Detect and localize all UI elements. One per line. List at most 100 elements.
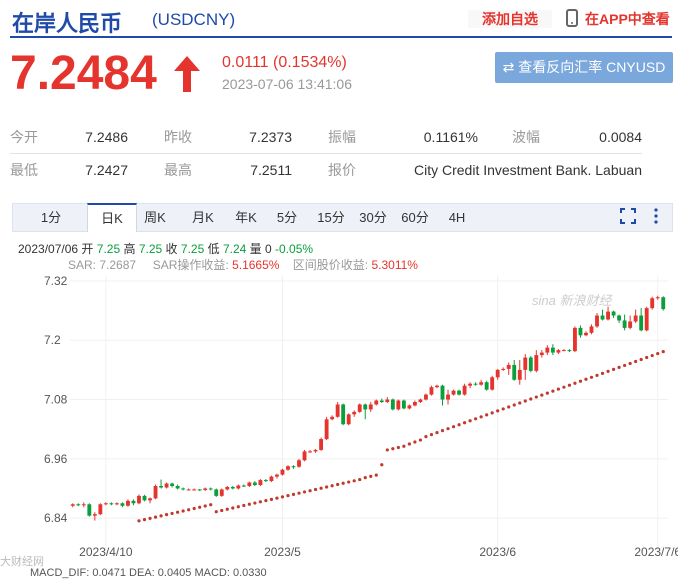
stat-value: 7.2486 <box>70 121 164 154</box>
sar-dot <box>181 509 185 513</box>
candle-body <box>517 369 522 380</box>
candle-body <box>578 327 583 336</box>
currency-code: (USDCNY) <box>152 10 236 29</box>
candle-body <box>214 489 219 496</box>
sar-dot <box>462 421 467 425</box>
candle-body <box>495 369 500 378</box>
sar-dot <box>429 433 434 437</box>
candle-body <box>589 326 594 333</box>
sar-dot <box>347 480 351 484</box>
sar-dot <box>137 519 141 523</box>
candle-body <box>412 402 417 406</box>
sar-dot <box>231 506 235 510</box>
sar-dot <box>418 438 423 442</box>
sar-dot <box>457 423 461 427</box>
sar-dot <box>556 387 560 391</box>
candle-body <box>435 385 439 388</box>
candle-body <box>440 385 445 400</box>
add-watchlist-button[interactable]: 添加自选 <box>468 10 552 28</box>
sar-dot <box>258 500 262 504</box>
tab-3[interactable]: 月K <box>185 204 221 231</box>
tab-8[interactable]: 60分 <box>397 204 433 231</box>
sar-dot <box>341 481 345 485</box>
tab-4[interactable]: 年K <box>231 204 261 231</box>
sar-dot <box>501 407 505 411</box>
tab-5[interactable]: 5分 <box>271 204 303 231</box>
sar-dot <box>192 506 196 511</box>
candle-body <box>352 411 357 415</box>
info-date: 2023/07/06 <box>18 242 79 256</box>
kline-chart[interactable]: 7.32 7.2 7.08 6.96 6.84 2023/4/10 2023/5 2023/6… <box>0 268 678 568</box>
candle-body <box>573 327 577 352</box>
candle-body <box>87 504 92 516</box>
sar-dot <box>545 391 549 395</box>
info-label: 高 <box>123 242 136 256</box>
info-volume: 0 <box>265 242 272 256</box>
info-label: 量 <box>249 242 262 256</box>
current-price: 7.2484 <box>10 47 157 100</box>
info-change-pct: -0.05% <box>275 242 314 256</box>
sar-dot <box>474 417 478 421</box>
candle-body <box>181 488 186 490</box>
tab-9[interactable]: 4H <box>443 204 471 231</box>
info-label: 收 <box>165 242 178 256</box>
sar-dot <box>485 413 489 417</box>
candle-body <box>341 404 346 425</box>
stat-label: 最高 <box>164 162 192 178</box>
candle-body <box>109 503 114 505</box>
fullscreen-icon[interactable] <box>620 208 636 224</box>
stats-table: 今开 7.2486 昨收 7.2373 振幅 0.1161% 波幅 0.0084… <box>10 121 642 186</box>
page-title: 在岸人民币 <box>12 11 123 36</box>
more-options-icon[interactable] <box>652 207 660 225</box>
sar-dot <box>280 495 285 499</box>
candle-body <box>622 320 627 328</box>
stat-label: 波幅 <box>512 121 582 154</box>
tab-6[interactable]: 15分 <box>315 204 347 231</box>
sar-dot <box>291 492 296 496</box>
view-in-app-link[interactable]: 在APP中查看 <box>585 9 670 29</box>
candle-body <box>247 482 252 486</box>
candle-body <box>501 368 506 370</box>
candle-body <box>639 315 644 331</box>
stat-label: 报价 <box>328 162 356 178</box>
sar-dot <box>391 447 395 451</box>
sina-watermark: sina 新浪财经 <box>532 293 612 308</box>
candle-body <box>70 504 75 506</box>
sar-dot <box>142 518 147 522</box>
tab-2[interactable]: 周K <box>137 204 173 231</box>
stat-label: 今开 <box>10 121 70 154</box>
sar-dot <box>567 383 572 387</box>
sar-dot <box>203 504 207 508</box>
sar-dot <box>606 369 610 373</box>
tab-1[interactable]: 日K <box>87 203 137 232</box>
sar-dot <box>413 440 417 444</box>
stat-label: 昨收 <box>164 121 234 154</box>
candle-body <box>401 400 406 409</box>
stat-value: 7.2373 <box>234 121 328 154</box>
candle-body <box>263 480 268 482</box>
candle-body <box>606 311 610 320</box>
candle-body <box>617 315 622 321</box>
sar-dot <box>176 510 180 514</box>
candle-body <box>241 485 246 487</box>
candle-body <box>418 399 423 402</box>
tab-0[interactable]: 1分 <box>25 204 77 231</box>
candle-body <box>655 297 660 299</box>
candle-body <box>539 352 544 356</box>
stat-label: 振幅 <box>328 121 398 154</box>
candle-body <box>131 500 136 504</box>
candle-body <box>208 488 213 490</box>
sar-dot <box>551 389 555 393</box>
candle-body <box>446 394 450 400</box>
stat-value: 7.2511 <box>250 162 292 178</box>
sar-dot <box>611 367 616 371</box>
sar-dot <box>628 361 632 366</box>
reverse-rate-button[interactable]: ⇄ 查看反向汇率 CNYUSD <box>495 52 673 83</box>
tab-7[interactable]: 30分 <box>355 204 391 231</box>
sar-dot <box>380 463 384 467</box>
sar-dot <box>159 514 163 518</box>
y-tick-label: 7.08 <box>44 393 68 407</box>
sar-dot <box>584 377 588 381</box>
y-tick-label: 7.2 <box>44 333 61 347</box>
candle-body <box>236 485 241 489</box>
